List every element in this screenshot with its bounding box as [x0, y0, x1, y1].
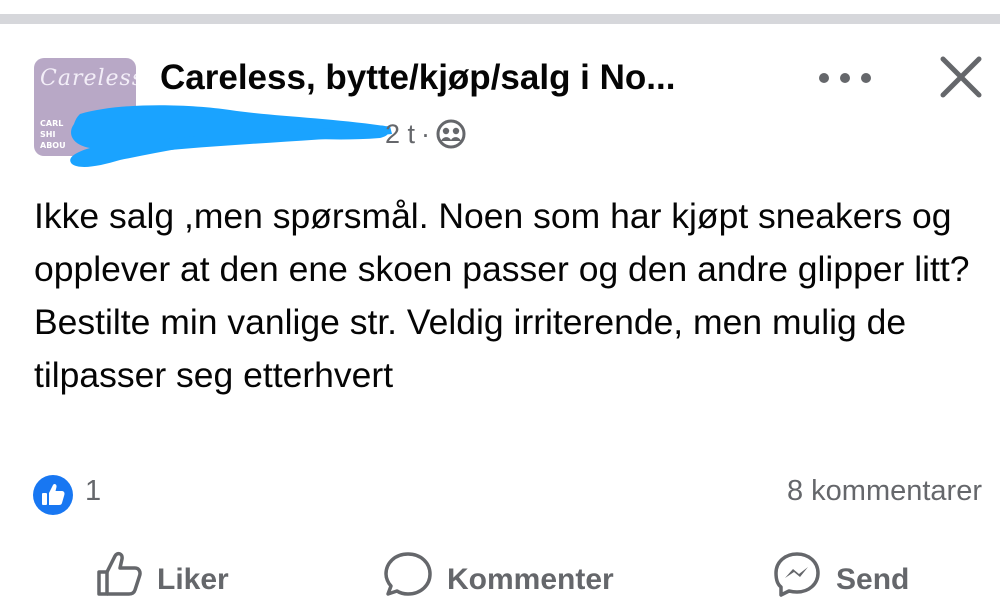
like-reaction-icon[interactable]	[32, 474, 74, 516]
like-button-label: Liker	[157, 563, 229, 596]
comment-button[interactable]: Kommenter	[383, 548, 614, 608]
divider	[0, 14, 1000, 24]
thumbs-up-icon	[97, 551, 142, 596]
comments-count-link[interactable]: 8 kommentarer	[787, 475, 982, 508]
send-button-label: Send	[836, 563, 910, 596]
more-options-icon[interactable]	[818, 72, 872, 84]
comment-button-label: Kommenter	[447, 563, 614, 596]
group-icon	[436, 119, 466, 149]
post-body: Ikke salg ,men spørsmål. Noen som har kj…	[34, 196, 970, 395]
like-button[interactable]: Liker	[95, 548, 229, 608]
meta-separator: ·	[421, 118, 431, 149]
post-meta: 2 t ·	[385, 116, 466, 152]
redaction-scribble	[70, 105, 392, 167]
messenger-icon	[774, 552, 820, 597]
group-name-link[interactable]: Careless, bytte/kjøp/salg i No...	[160, 58, 760, 98]
like-count[interactable]: 1	[85, 475, 101, 508]
top-bar	[0, 0, 1000, 14]
close-icon[interactable]	[938, 54, 984, 100]
comment-icon	[384, 552, 432, 596]
post-time[interactable]: 2 t	[385, 119, 415, 150]
send-button[interactable]: Send	[772, 548, 909, 608]
